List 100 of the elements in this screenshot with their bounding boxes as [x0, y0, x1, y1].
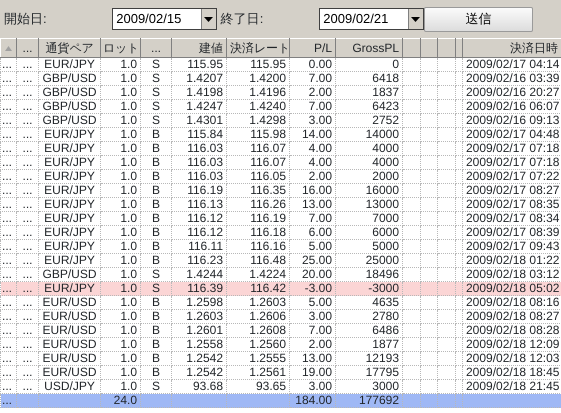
table-cell: EUR/USD: [38, 352, 100, 366]
table-cell: ...: [0, 100, 16, 114]
table-cell: 6.00: [290, 226, 336, 240]
table-cell: 1.4301: [172, 114, 226, 128]
column-header[interactable]: 建値: [172, 38, 226, 58]
table-cell: B: [140, 310, 172, 324]
table-cell: 116.16: [226, 240, 290, 254]
table-cell: B: [140, 212, 172, 226]
table-cell: 7.00: [290, 72, 336, 86]
table-cell: B: [140, 352, 172, 366]
table-cell: S: [140, 114, 172, 128]
table-cell: GBP/USD: [38, 72, 100, 86]
table-cell: B: [140, 170, 172, 184]
table-cell: 115.98: [226, 128, 290, 142]
table-cell: ...: [16, 58, 38, 72]
table-cell: 2009/02/16 03:39: [462, 72, 561, 86]
table-cell: 2009/02/17 07:22: [462, 170, 561, 184]
table-cell: 1.0: [100, 184, 140, 198]
table-cell: 116.07: [226, 156, 290, 170]
table-cell: -3.00: [290, 282, 336, 296]
table-cell: EUR/JPY: [38, 240, 100, 254]
table-cell: ...: [16, 170, 38, 184]
table-cell: B: [140, 338, 172, 352]
column-header[interactable]: GrossPL: [336, 38, 402, 58]
table-cell: 12193: [336, 352, 402, 366]
table-cell: EUR/JPY: [38, 58, 100, 72]
table-cell: EUR/USD: [38, 366, 100, 380]
table-cell: ...: [16, 282, 38, 296]
table-cell: 14000: [336, 128, 402, 142]
table-cell: 1.0: [100, 114, 140, 128]
column-header[interactable]: 通貨ペア: [38, 38, 100, 58]
table-cell: 1.0: [100, 310, 140, 324]
date-dropdown[interactable]: 2009/02/21: [319, 8, 424, 30]
table-cell: 3.00: [290, 310, 336, 324]
submit-button[interactable]: 送信: [424, 6, 534, 32]
table-cell: 7.00: [290, 212, 336, 226]
table-cell: 116.42: [226, 282, 290, 296]
table-cell: ...: [0, 58, 16, 72]
table-cell: 2009/02/16 20:27: [462, 86, 561, 100]
table-cell: 2009/02/18 08:16: [462, 296, 561, 310]
table-cell: EUR/USD: [38, 338, 100, 352]
table-cell: 1.4240: [226, 100, 290, 114]
table-cell: 1.4200: [226, 72, 290, 86]
table-cell: 16000: [336, 184, 402, 198]
column-header[interactable]: 決済レート: [226, 38, 290, 58]
table-cell: EUR/USD: [38, 324, 100, 338]
total-cell: 24.0: [100, 394, 140, 408]
dropdown-arrow-icon[interactable]: [204, 16, 214, 22]
table-cell: 1.2542: [172, 366, 226, 380]
table-cell: ...: [0, 352, 16, 366]
table-cell: 6486: [336, 324, 402, 338]
table-cell: ...: [0, 282, 16, 296]
table-cell: ...: [16, 352, 38, 366]
column-header[interactable]: P/L: [290, 38, 336, 58]
table-cell: 2009/02/18 12:03: [462, 352, 561, 366]
table-cell: 4.00: [290, 156, 336, 170]
table-cell: 4000: [336, 156, 402, 170]
table-cell: GBP/USD: [38, 100, 100, 114]
table-cell: ...: [16, 338, 38, 352]
table-cell: S: [140, 58, 172, 72]
table-cell: 1.4247: [172, 100, 226, 114]
table-cell: 2009/02/17 04:14: [462, 58, 561, 72]
table-cell: 1837: [336, 86, 402, 100]
table-cell: 116.18: [226, 226, 290, 240]
table-cell: 2009/02/18 08:28: [462, 324, 561, 338]
column-header[interactable]: ロット: [100, 38, 140, 58]
table-cell: 1.2542: [172, 352, 226, 366]
dropdown-arrow-icon[interactable]: [411, 16, 420, 22]
table-cell: 1.2603: [172, 310, 226, 324]
table-cell: ...: [0, 310, 16, 324]
date-dropdown[interactable]: 2009/02/15: [112, 8, 217, 30]
table-cell: 14.00: [290, 128, 336, 142]
total-cell: 184.00: [290, 394, 336, 408]
table-cell: 1.4298: [226, 114, 290, 128]
table-cell: ...: [16, 226, 38, 240]
table-cell: B: [140, 240, 172, 254]
table-cell: 116.11: [172, 240, 226, 254]
table-cell: 1.2560: [226, 338, 290, 352]
table-cell: ...: [0, 366, 16, 380]
table-cell: 1.0: [100, 240, 140, 254]
table-cell: 2009/02/17 08:39: [462, 226, 561, 240]
table-cell: 115.84: [172, 128, 226, 142]
table-cell: 116.07: [226, 142, 290, 156]
table-cell: 6418: [336, 72, 402, 86]
column-header[interactable]: ...: [140, 38, 172, 58]
table-cell: 2752: [336, 114, 402, 128]
table-cell: 2009/02/17 04:48: [462, 128, 561, 142]
table-cell: 13.00: [290, 352, 336, 366]
table-cell: 116.19: [172, 184, 226, 198]
table-cell: EUR/JPY: [38, 198, 100, 212]
table-cell: 1.0: [100, 100, 140, 114]
table-cell: 2009/02/17 07:18: [462, 142, 561, 156]
table-cell: 1.4207: [172, 72, 226, 86]
table-cell: 4.00: [290, 142, 336, 156]
table-cell: 25.00: [290, 254, 336, 268]
column-header[interactable]: ...: [16, 38, 38, 58]
table-cell: 116.19: [226, 212, 290, 226]
column-header[interactable]: 決済日時: [462, 38, 561, 58]
table-cell: ...: [0, 240, 16, 254]
table-cell: EUR/JPY: [38, 184, 100, 198]
